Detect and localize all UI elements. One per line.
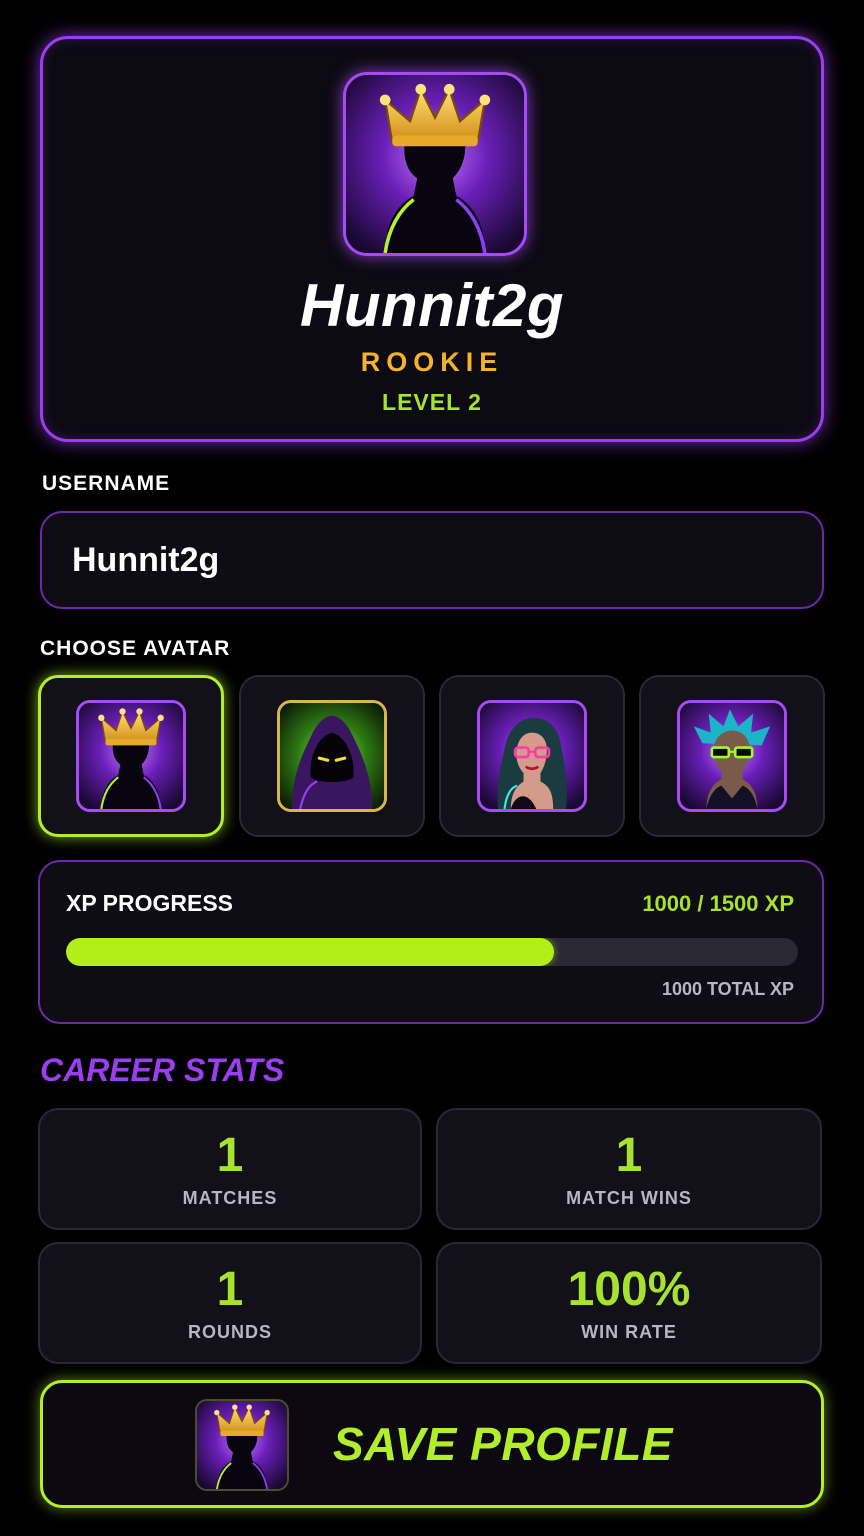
- stat-value: 1: [216, 1129, 244, 1182]
- level-label: LEVEL 2: [382, 389, 482, 415]
- username-input[interactable]: [40, 511, 824, 609]
- woman-with-glasses-icon: [477, 700, 587, 812]
- spiky-hair-with-shades-icon: [677, 700, 787, 812]
- choose-avatar-label: CHOOSE AVATAR: [40, 637, 231, 660]
- avatar-picker: [38, 675, 826, 837]
- avatar-option-woman[interactable]: [439, 675, 625, 837]
- career-stats-heading: CAREER STATS: [40, 1052, 285, 1088]
- crowned-silhouette-icon: [343, 72, 527, 256]
- stat-value: 100%: [567, 1263, 691, 1316]
- stat-label: ROUNDS: [187, 1322, 272, 1342]
- profile-display-name: Hunnit2g: [300, 272, 564, 339]
- stat-label: MATCH WINS: [566, 1188, 692, 1208]
- crowned-silhouette-icon: [76, 700, 186, 812]
- stat-label: WIN RATE: [581, 1322, 677, 1342]
- avatar-option-hood[interactable]: [239, 675, 425, 837]
- stat-card-matches: 1 MATCHES: [38, 1108, 422, 1230]
- hooded-figure-icon: [277, 700, 387, 812]
- stat-card-rounds: 1 ROUNDS: [38, 1242, 422, 1364]
- avatar-option-crown[interactable]: [38, 675, 224, 837]
- xp-progress-fill: [66, 938, 554, 966]
- xp-progress-title: XP PROGRESS: [66, 890, 234, 916]
- stat-card-match-wins: 1 MATCH WINS: [436, 1108, 822, 1230]
- username-label: USERNAME: [42, 472, 171, 495]
- profile-header-card: Hunnit2g ROOKIE LEVEL 2: [40, 36, 824, 442]
- stat-value: 1: [615, 1129, 643, 1182]
- stat-value: 1: [216, 1263, 244, 1316]
- stat-label: MATCHES: [182, 1188, 278, 1208]
- xp-total: 1000 TOTAL XP: [661, 979, 794, 999]
- stat-card-win-rate: 100% WIN RATE: [436, 1242, 822, 1364]
- save-profile-label: SAVE PROFILE: [333, 1418, 673, 1470]
- rank-title: ROOKIE: [360, 347, 504, 377]
- xp-progress-card: XP PROGRESS 1000 / 1500 XP 1000 TOTAL XP: [38, 860, 824, 1024]
- crowned-silhouette-icon: [195, 1399, 289, 1491]
- save-profile-button[interactable]: SAVE PROFILE: [40, 1380, 824, 1508]
- profile-page: Hunnit2g ROOKIE LEVEL 2 USERNAME CHOOSE …: [0, 0, 864, 1536]
- xp-amount: 1000 / 1500 XP: [642, 891, 794, 916]
- xp-progress-bar: [66, 938, 798, 966]
- avatar-option-spiky[interactable]: [639, 675, 825, 837]
